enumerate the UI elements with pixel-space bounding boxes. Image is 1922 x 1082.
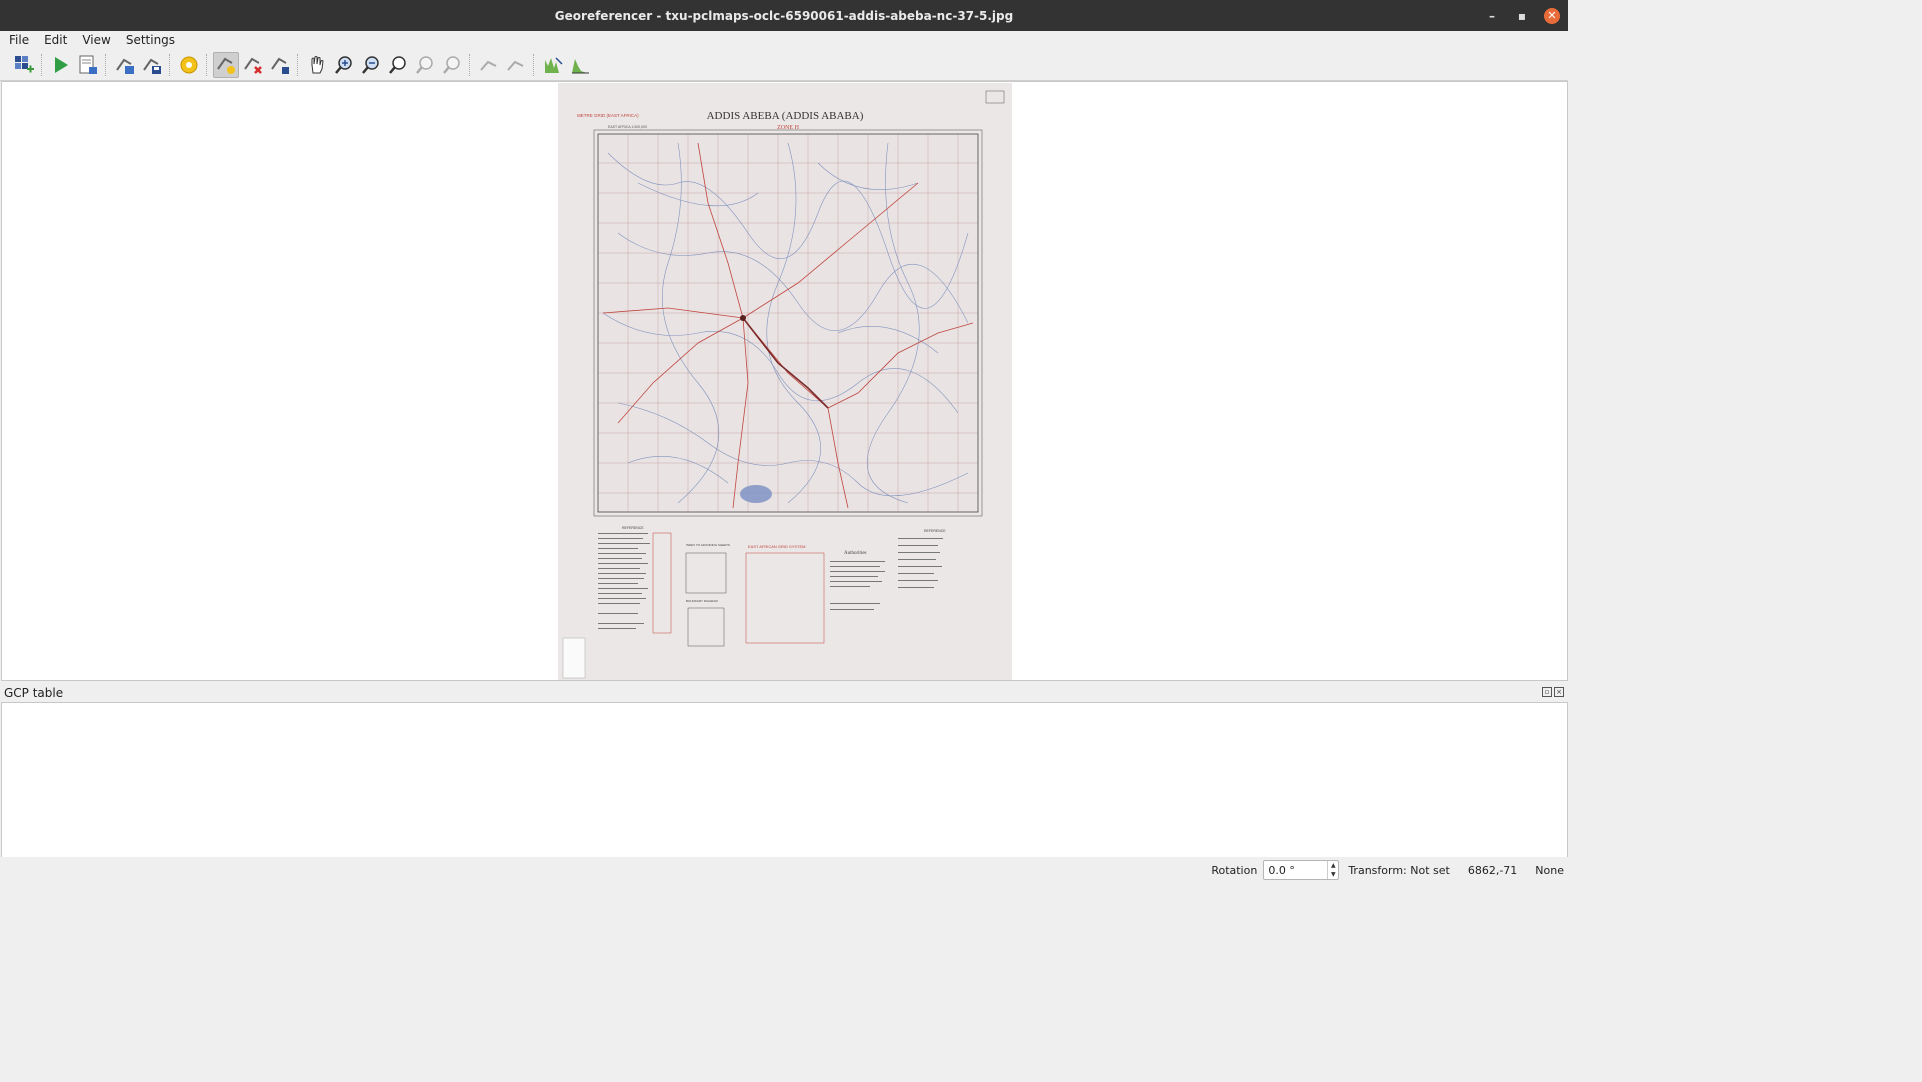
map-scale-note: EAST AFRICA 1:500,000 (608, 125, 647, 129)
map-authorities-heading: Authorities (844, 551, 867, 556)
start-georeferencing-icon[interactable] (48, 52, 74, 78)
map-title: ADDIS ABEBA (ADDIS ABABA) (707, 110, 864, 122)
rotation-label: Rotation (1211, 863, 1258, 877)
map-reference-heading: REFERENCE (622, 526, 644, 530)
move-gcp-point-icon[interactable] (267, 52, 293, 78)
gcp-table[interactable] (1, 702, 1568, 858)
map-boundary-heading: BOUNDARY DIAGRAM (686, 599, 718, 603)
save-gcp-points-icon[interactable] (139, 52, 165, 78)
local-histogram-stretch-icon[interactable] (567, 52, 593, 78)
link-georeferencer-to-qgis-icon[interactable] (476, 52, 502, 78)
window-controls: – ▪ ✕ (1484, 0, 1560, 31)
zoom-last-icon[interactable] (412, 52, 438, 78)
zoom-out-icon[interactable] (358, 52, 384, 78)
coordinate-readout: 6862,-71 (1467, 863, 1518, 877)
gcp-panel-title: GCP table (4, 686, 64, 700)
maximize-button[interactable]: ▪ (1514, 8, 1530, 24)
open-raster-icon[interactable] (11, 52, 37, 78)
menu-view[interactable]: View (73, 32, 116, 49)
delete-point-icon[interactable] (240, 52, 266, 78)
raster-map-sheet[interactable]: ADDIS ABEBA (ADDIS ABABA) ZONE H METRE G… (558, 83, 1012, 680)
minimize-button[interactable]: – (1484, 8, 1500, 24)
rotation-spinbox[interactable]: 0.0 ° ▲ ▼ (1263, 860, 1340, 880)
menu-bar: File Edit View Settings (0, 31, 1568, 49)
transformation-settings-icon[interactable] (176, 52, 202, 78)
menu-edit[interactable]: Edit (35, 32, 73, 49)
close-panel-icon[interactable]: × (1554, 687, 1564, 697)
map-grid-system-heading: EAST AFRICAN GRID SYSTEM (748, 544, 806, 549)
transform-status: Transform: Not set (1348, 863, 1450, 877)
zoom-to-layer-icon[interactable] (385, 52, 411, 78)
toolbar-separator (206, 53, 208, 76)
toolbar-separator (41, 53, 43, 76)
scanned-map-image: ADDIS ABEBA (ADDIS ABABA) ZONE H METRE G… (558, 83, 1012, 680)
load-gcp-points-icon[interactable] (112, 52, 138, 78)
toolbar-separator (469, 53, 471, 76)
window-title: Georeferencer - txu-pclmaps-oclc-6590061… (554, 8, 1014, 23)
map-reference-heading-right: REFERENCE (924, 529, 946, 533)
menu-settings[interactable]: Settings (117, 32, 181, 49)
rotation-value[interactable]: 0.0 ° (1264, 864, 1295, 877)
zoom-in-icon[interactable] (331, 52, 357, 78)
status-bar: Rotation 0.0 ° ▲ ▼ Transform: Not set 686… (0, 857, 1568, 883)
zoom-next-icon[interactable] (439, 52, 465, 78)
toolbar-separator (105, 53, 107, 76)
toolbar-separator (169, 53, 171, 76)
toolbar (0, 49, 1568, 81)
toolbar-separator (297, 53, 299, 76)
map-series: METRE GRID (EAST AFRICA) (577, 113, 639, 118)
menu-file[interactable]: File (0, 32, 35, 49)
window-titlebar: Georeferencer - txu-pclmaps-oclc-6590061… (0, 0, 1568, 31)
map-canvas[interactable]: ADDIS ABEBA (ADDIS ABABA) ZONE H METRE G… (1, 81, 1568, 681)
spin-arrows-icon[interactable]: ▲ ▼ (1327, 861, 1338, 879)
pan-icon[interactable] (304, 52, 330, 78)
close-button[interactable]: ✕ (1544, 7, 1560, 24)
dock-buttons: ▫ × (1542, 687, 1564, 697)
generate-gdal-script-icon[interactable] (75, 52, 101, 78)
add-point-icon[interactable] (213, 51, 239, 78)
crs-status: None (1535, 863, 1564, 877)
gcp-panel-header: GCP table ▫ × (0, 684, 1568, 702)
map-index-heading: INDEX TO ADJOINING SHEETS (686, 543, 730, 547)
full-histogram-stretch-icon[interactable] (540, 52, 566, 78)
toolbar-separator (533, 53, 535, 76)
float-panel-icon[interactable]: ▫ (1542, 687, 1552, 697)
link-qgis-to-georeferencer-icon[interactable] (503, 52, 529, 78)
